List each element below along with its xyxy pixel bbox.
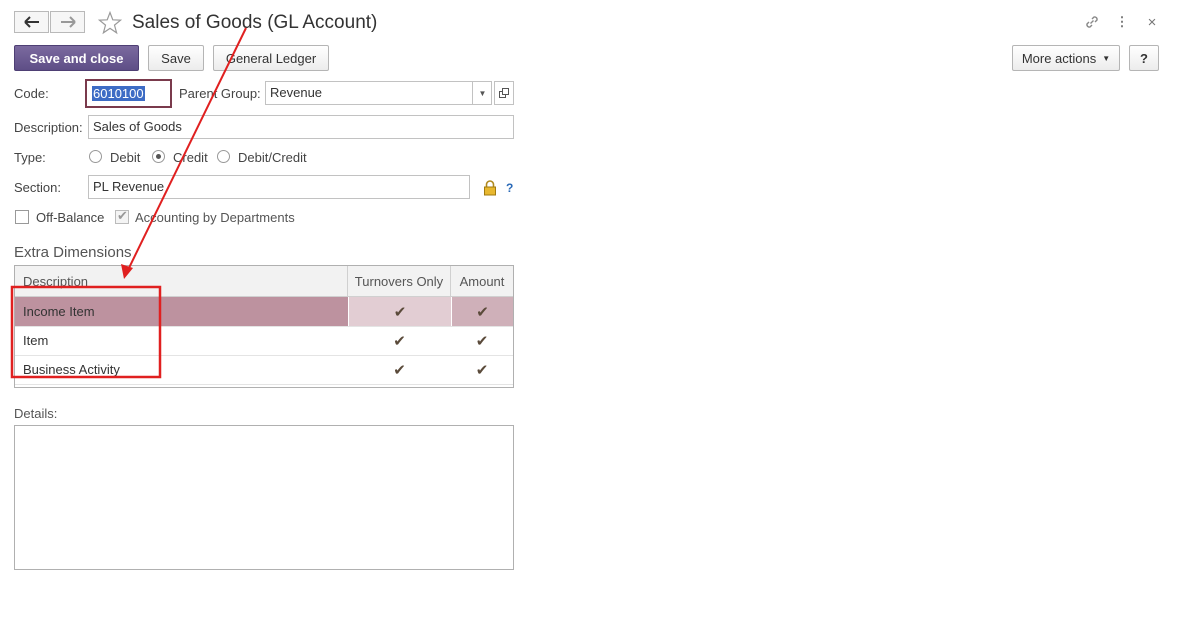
off-balance-checkbox[interactable] [15, 210, 29, 224]
checkmark-icon: ✔ [117, 208, 128, 223]
save-button[interactable]: Save [148, 45, 204, 71]
details-label: Details: [14, 406, 58, 421]
close-icon[interactable]: × [1143, 13, 1161, 31]
save-and-close-label: Save and close [29, 50, 124, 66]
section-label: Section: [14, 180, 61, 195]
row-description-cell[interactable]: Business Activity [15, 355, 348, 384]
description-value: Sales of Goods [93, 119, 182, 134]
row-amount-cell[interactable]: ✔ [451, 297, 513, 326]
section-value: PL Revenue [93, 179, 165, 194]
type-debit-credit-radio[interactable] [217, 150, 230, 163]
back-button[interactable] [14, 11, 49, 33]
window-title: Sales of Goods (GL Account) [132, 12, 378, 33]
parent-group-field[interactable]: Revenue [265, 81, 492, 105]
parent-group-value: Revenue [270, 85, 323, 100]
arrow-right-icon [60, 16, 76, 28]
save-label: Save [161, 50, 191, 66]
checkmark-icon: ✔ [475, 361, 489, 379]
details-textarea[interactable] [14, 425, 514, 570]
code-field[interactable]: 6010100 [85, 79, 172, 108]
row-description: Business Activity [23, 362, 120, 377]
description-field[interactable]: Sales of Goods [88, 115, 514, 139]
row-description: Item [23, 333, 49, 348]
extra-dimensions-title: Extra Dimensions [14, 244, 132, 261]
row-turnovers-cell[interactable]: ✔ [348, 326, 451, 355]
table-row[interactable]: Item ✔ ✔ [15, 326, 513, 356]
checkmark-icon: ✔ [476, 303, 489, 321]
off-balance-label[interactable]: Off-Balance [36, 210, 104, 225]
column-header-description[interactable]: Description [15, 266, 348, 297]
forward-button[interactable] [50, 11, 85, 33]
row-turnovers-cell[interactable]: ✔ [348, 355, 451, 384]
accounting-by-departments-label[interactable]: Accounting by Departments [135, 210, 295, 225]
open-window-icon [499, 88, 509, 98]
column-header-turnovers-only[interactable]: Turnovers Only [348, 266, 451, 297]
chevron-down-icon: ▼ [478, 88, 487, 98]
help-label: ? [1140, 50, 1148, 66]
extra-dimensions-table[interactable]: Description Turnovers Only Amount Income… [14, 265, 514, 388]
lock-icon[interactable] [483, 180, 497, 196]
type-label: Type: [14, 150, 46, 165]
column-header-amount[interactable]: Amount [451, 266, 513, 297]
table-row[interactable]: Income Item ✔ ✔ [15, 297, 513, 327]
parent-group-label: Parent Group: [179, 86, 261, 101]
code-value: 6010100 [92, 86, 145, 101]
section-field[interactable]: PL Revenue [88, 175, 470, 199]
table-row[interactable]: Business Activity ✔ ✔ [15, 355, 513, 385]
row-description: Income Item [23, 304, 95, 319]
row-amount-cell[interactable]: ✔ [451, 326, 513, 355]
caret-down-icon: ▼ [1102, 53, 1111, 63]
general-ledger-button[interactable]: General Ledger [213, 45, 329, 71]
checkmark-icon: ✔ [475, 332, 489, 350]
kebab-menu-icon[interactable]: ⋮ [1113, 13, 1131, 31]
save-and-close-button[interactable]: Save and close [14, 45, 139, 71]
code-label: Code: [14, 86, 49, 101]
more-actions-label: More actions [1021, 50, 1097, 66]
row-description-cell[interactable]: Item [15, 326, 348, 355]
checkmark-icon: ✔ [393, 361, 406, 379]
checkmark-icon: ✔ [393, 332, 406, 350]
arrow-left-icon [23, 16, 39, 28]
parent-group-dropdown-button[interactable]: ▼ [472, 81, 492, 105]
description-label: Description: [14, 120, 83, 135]
open-parent-button[interactable] [494, 81, 514, 105]
type-credit-radio[interactable] [152, 150, 165, 163]
help-button[interactable]: ? [1129, 45, 1159, 71]
column-header-amount-label: Amount [459, 273, 505, 289]
column-header-turnovers-only-label: Turnovers Only [354, 273, 444, 289]
row-amount-cell[interactable]: ✔ [451, 355, 513, 384]
type-debit-radio[interactable] [89, 150, 102, 163]
checkmark-icon: ✔ [393, 303, 407, 321]
star-icon[interactable] [97, 10, 123, 35]
type-credit-label[interactable]: Credit [173, 150, 208, 165]
type-debit-credit-label[interactable]: Debit/Credit [238, 150, 307, 165]
more-actions-button[interactable]: More actions ▼ [1012, 45, 1120, 71]
general-ledger-label: General Ledger [225, 50, 317, 66]
column-header-description-label: Description [23, 273, 89, 289]
section-help-link[interactable]: ? [506, 181, 513, 195]
row-turnovers-cell[interactable]: ✔ [348, 297, 451, 326]
row-description-cell[interactable]: Income Item [15, 297, 348, 326]
type-debit-label[interactable]: Debit [110, 150, 140, 165]
link-icon[interactable] [1083, 13, 1101, 31]
accounting-by-departments-checkbox[interactable]: ✔ [115, 208, 129, 224]
